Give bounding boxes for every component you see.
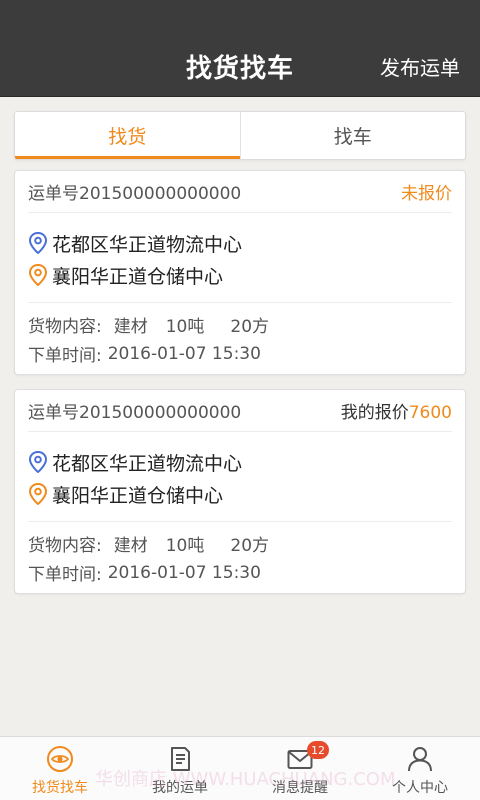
route: 花都区华正道物流中心 襄阳华正道仓储中心 bbox=[28, 446, 452, 510]
nav-my-waybills[interactable]: 我的运单 bbox=[120, 737, 240, 800]
nav-profile[interactable]: 个人中心 bbox=[360, 737, 480, 800]
cargo-weight: 10吨 bbox=[165, 317, 205, 337]
waybill-number: 运单号201500000000000 bbox=[28, 184, 242, 204]
origin-address: 花都区华正道物流中心 bbox=[52, 452, 243, 475]
app-header: 找货找车 发布运单 bbox=[0, 0, 480, 97]
cargo-type: 建材 bbox=[113, 317, 148, 337]
route: 花都区华正道物流中心 襄阳华正道仓储中心 bbox=[28, 227, 452, 291]
bottom-nav: 找货找车 我的运单 12 消息提醒 个人中心 bbox=[0, 736, 480, 800]
order-info: 货物内容: 建材 10吨 20方 下单时间: 2016-01-07 15:30 bbox=[28, 310, 452, 368]
nav-find-goods-vehicle[interactable]: 找货找车 bbox=[0, 737, 120, 800]
cargo-label: 货物内容: bbox=[28, 317, 102, 337]
document-icon bbox=[171, 747, 190, 771]
quote-status: 未报价 bbox=[401, 184, 452, 204]
nav-label: 我的运单 bbox=[152, 780, 208, 796]
cargo-type: 建材 bbox=[113, 536, 148, 556]
order-time-value: 2016-01-07 15:30 bbox=[107, 562, 261, 583]
cargo-weight: 10吨 bbox=[165, 536, 205, 556]
order-card[interactable]: 运单号201500000000000 未报价 花都区华正道物流中心 襄阳华正道仓… bbox=[14, 170, 466, 375]
order-info: 货物内容: 建材 10吨 20方 下单时间: 2016-01-07 15:30 bbox=[28, 529, 452, 587]
nav-label: 找货找车 bbox=[32, 780, 88, 796]
order-card[interactable]: 运单号201500000000000 我的报价7600 花都区华正道物流中心 襄… bbox=[14, 389, 466, 594]
unread-count-badge: 12 bbox=[307, 741, 329, 759]
origin-line: 花都区华正道物流中心 bbox=[28, 446, 452, 478]
eye-icon bbox=[47, 746, 73, 772]
my-quote-label: 我的报价 bbox=[340, 403, 409, 423]
person-icon bbox=[408, 747, 432, 772]
order-time-line: 下单时间: 2016-01-07 15:30 bbox=[28, 558, 452, 587]
tab-find-vehicle[interactable]: 找车 bbox=[239, 112, 466, 159]
destination-line: 襄阳华正道仓储中心 bbox=[28, 478, 452, 510]
cargo-volume: 20方 bbox=[230, 536, 270, 556]
order-card-header: 运单号201500000000000 我的报价7600 bbox=[28, 390, 452, 432]
order-card-header: 运单号201500000000000 未报价 bbox=[28, 171, 452, 213]
cargo-line: 货物内容: 建材 10吨 20方 bbox=[28, 529, 452, 558]
destination-line: 襄阳华正道仓储中心 bbox=[28, 259, 452, 291]
destination-address: 襄阳华正道仓储中心 bbox=[52, 265, 224, 288]
nav-messages[interactable]: 12 消息提醒 bbox=[240, 737, 360, 800]
waybill-number: 运单号201500000000000 bbox=[28, 403, 242, 423]
divider bbox=[28, 521, 452, 522]
origin-address: 花都区华正道物流中心 bbox=[52, 233, 243, 256]
order-time-value: 2016-01-07 15:30 bbox=[107, 343, 261, 364]
my-quote: 我的报价7600 bbox=[341, 398, 452, 423]
order-time-label: 下单时间: bbox=[28, 565, 102, 585]
destination-pin-icon bbox=[28, 483, 48, 505]
nav-label: 消息提醒 bbox=[272, 780, 328, 796]
cargo-volume: 20方 bbox=[230, 317, 270, 337]
origin-pin-icon bbox=[28, 451, 48, 473]
destination-pin-icon bbox=[28, 264, 48, 286]
cargo-line: 货物内容: 建材 10吨 20方 bbox=[28, 310, 452, 339]
origin-line: 花都区华正道物流中心 bbox=[28, 227, 452, 259]
divider bbox=[28, 302, 452, 303]
destination-address: 襄阳华正道仓储中心 bbox=[52, 484, 224, 507]
nav-label: 个人中心 bbox=[392, 780, 448, 796]
cargo-label: 货物内容: bbox=[28, 536, 102, 556]
origin-pin-icon bbox=[28, 232, 48, 254]
my-quote-value: 7600 bbox=[408, 403, 452, 423]
order-time-line: 下单时间: 2016-01-07 15:30 bbox=[28, 339, 452, 368]
tab-bar: 找货 找车 bbox=[14, 111, 466, 160]
tab-find-goods[interactable]: 找货 bbox=[15, 112, 240, 159]
publish-waybill-button[interactable]: 发布运单 bbox=[380, 52, 460, 81]
order-time-label: 下单时间: bbox=[28, 346, 102, 366]
